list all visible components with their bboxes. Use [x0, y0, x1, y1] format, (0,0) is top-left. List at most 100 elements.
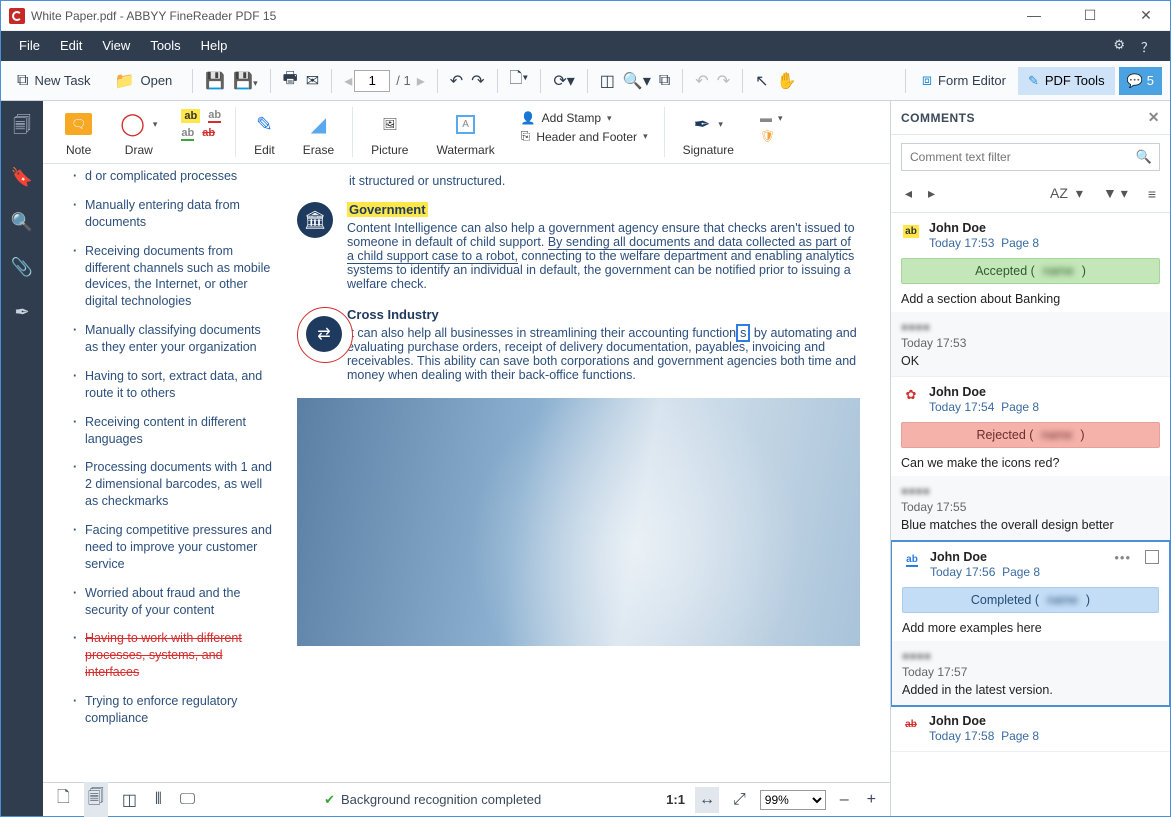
comment-item[interactable]: abJohn DoeToday 17:56 Page 8•••Completed… — [891, 540, 1170, 707]
email-icon[interactable]: ✉ — [306, 71, 319, 91]
undo-icon[interactable]: ↶ — [450, 71, 463, 91]
bookmarks-icon[interactable]: 🔖 — [11, 167, 33, 188]
page-number-input[interactable] — [354, 70, 390, 92]
picture-label: Picture — [371, 143, 408, 157]
continuous-view-icon[interactable]: 🗐 — [84, 782, 108, 817]
header-footer-label: Header and Footer — [536, 130, 637, 144]
document-page[interactable]: d or complicated processesManually enter… — [43, 164, 890, 782]
minimize-button[interactable]: — — [1018, 7, 1050, 24]
two-page-view-icon[interactable]: ◫ — [118, 786, 141, 814]
rotate-icon[interactable]: ⟳▾ — [553, 71, 574, 91]
print-icon[interactable]: 🖶 — [283, 67, 298, 94]
comment-checkbox[interactable] — [1145, 550, 1159, 564]
menu-tools[interactable]: Tools — [140, 31, 190, 61]
pages-panel-icon[interactable]: 🗐 — [13, 113, 31, 143]
two-page-scroll-icon[interactable]: ⫴ — [151, 787, 166, 813]
strike-tool[interactable]: ab — [202, 127, 215, 141]
comment-item[interactable]: abJohn DoeToday 17:53 Page 8Accepted ( n… — [891, 213, 1170, 377]
underline-green-tool[interactable]: ab — [181, 127, 194, 141]
app-icon — [9, 8, 25, 24]
attachments-icon[interactable]: 📎 — [11, 257, 33, 278]
zoom-out-icon[interactable]: – — [836, 787, 853, 813]
intro-tail: it structured or unstructured. — [297, 174, 860, 188]
form-editor-button[interactable]: ⧈ Form Editor — [914, 68, 1014, 94]
next-page-icon[interactable]: ▸ — [417, 71, 425, 91]
single-page-view-icon[interactable]: 🗋 — [53, 782, 74, 817]
history-back-icon[interactable]: ↶ — [695, 71, 708, 91]
add-page-icon[interactable]: 🗋▾ — [510, 67, 529, 94]
collapse-all-icon[interactable]: ≡ — [1144, 184, 1160, 204]
underline-tool[interactable]: ab — [208, 109, 221, 123]
prev-comment-icon[interactable]: ◂ — [901, 183, 916, 204]
protect-button[interactable]: 🛡 — [760, 129, 783, 143]
hand-icon[interactable]: ✋ — [777, 71, 797, 91]
help-icon[interactable]: ？ — [1141, 37, 1154, 56]
status-text: Background recognition completed — [341, 792, 541, 807]
header-footer-button[interactable]: ⎘Header and Footer ▾ — [521, 129, 648, 144]
erase-icon: ◢ — [311, 112, 326, 137]
fit-width-icon[interactable]: ↔ — [695, 787, 719, 813]
zoom-select[interactable]: 99% — [760, 790, 826, 810]
menu-help[interactable]: Help — [191, 31, 238, 61]
add-stamp-button[interactable]: 👤Add Stamp ▾ — [521, 111, 648, 125]
comment-item[interactable]: ✿John DoeToday 17:54 Page 8Rejected ( na… — [891, 377, 1170, 541]
menu-file[interactable]: File — [9, 31, 50, 61]
comments-toggle-button[interactable]: 💬 5 — [1119, 67, 1162, 95]
settings-icon[interactable]: ⚙ — [1113, 37, 1125, 56]
ocr-icon[interactable]: 🔍▾ — [623, 71, 651, 91]
comment-status-chip: Rejected ( name ) — [901, 422, 1160, 448]
save-as-icon[interactable]: 💾▾ — [233, 71, 257, 91]
fullscreen-view-icon[interactable]: 🖵 — [176, 787, 199, 813]
header-footer-icon: ⎘ — [521, 129, 531, 144]
comment-text: Can we make the icons red? — [901, 456, 1160, 470]
maximize-button[interactable]: ☐ — [1074, 7, 1106, 24]
prev-page-icon[interactable]: ◂ — [344, 71, 352, 91]
next-comment-icon[interactable]: ▸ — [924, 183, 939, 204]
highlight-tool[interactable]: ab — [181, 109, 200, 123]
signature-tool[interactable]: ✒▾ Signature — [673, 107, 744, 157]
pointer-icon[interactable]: ↖ — [755, 71, 768, 91]
comment-filter-input[interactable] — [902, 144, 1129, 170]
bullet-item: Receiving documents from different chann… — [75, 243, 275, 311]
extract-icon[interactable]: ⧉ — [659, 72, 670, 90]
comments-close-icon[interactable]: ✕ — [1148, 109, 1160, 126]
menu-view[interactable]: View — [92, 31, 140, 61]
comment-page: Page 8 — [1002, 565, 1040, 579]
sort-button[interactable]: AZ▾ — [1042, 183, 1091, 204]
comment-reply: ■■■■Today 17:55Blue matches the overall … — [891, 476, 1170, 540]
zoom-in-icon[interactable]: + — [863, 787, 880, 813]
comment-item[interactable]: abJohn DoeToday 17:58 Page 8 — [891, 706, 1170, 752]
erase-tool[interactable]: ◢ Erase — [293, 107, 344, 157]
zoom-ratio[interactable]: 1:1 — [666, 792, 685, 807]
redact-button[interactable]: ▬▾ — [760, 111, 783, 125]
close-button[interactable]: ✕ — [1130, 7, 1162, 24]
edit-tool[interactable]: ✎ Edit — [244, 107, 285, 157]
search-panel-icon[interactable]: 🔍 — [11, 212, 33, 233]
status-bar: 🗋 🗐 ◫ ⫴ 🖵 ✔Background recognition comple… — [43, 782, 890, 816]
watermark-tool[interactable]: A Watermark — [426, 107, 504, 157]
new-task-button[interactable]: ⧉ New Task — [9, 68, 99, 94]
pdf-tools-button[interactable]: ✎ PDF Tools — [1018, 67, 1115, 95]
menu-edit[interactable]: Edit — [50, 31, 92, 61]
search-icon[interactable]: 🔍 — [1129, 144, 1159, 170]
filter-button[interactable]: ▼▾ — [1099, 183, 1136, 204]
comment-menu-icon[interactable]: ••• — [1114, 550, 1131, 565]
note-tool[interactable]: 🗨 Note — [55, 107, 102, 157]
history-fwd-icon[interactable]: ↷ — [717, 71, 730, 91]
comment-time: Today 17:53 — [929, 236, 994, 250]
signature-panel-icon[interactable]: ✒ — [14, 302, 29, 323]
redo-icon[interactable]: ↷ — [471, 71, 484, 91]
picture-tool[interactable]: 🖼 Picture — [361, 107, 418, 157]
open-button[interactable]: 📁 Open — [107, 67, 181, 95]
edit-label: Edit — [254, 143, 275, 157]
save-icon[interactable]: 💾 — [205, 71, 225, 91]
draw-tool[interactable]: ◯▾ Draw — [110, 107, 167, 157]
reply-text: Added in the latest version. — [902, 683, 1159, 697]
form-editor-icon: ⧈ — [922, 72, 932, 90]
comment-type-icon: ab — [902, 550, 922, 570]
government-icon: 🏛 — [297, 202, 333, 238]
comment-reply: ■■■■Today 17:53OK — [891, 312, 1170, 376]
note-label: Note — [66, 143, 91, 157]
fit-page-icon[interactable]: ⤢ — [729, 787, 750, 813]
crop-icon[interactable]: ◫ — [600, 71, 615, 91]
